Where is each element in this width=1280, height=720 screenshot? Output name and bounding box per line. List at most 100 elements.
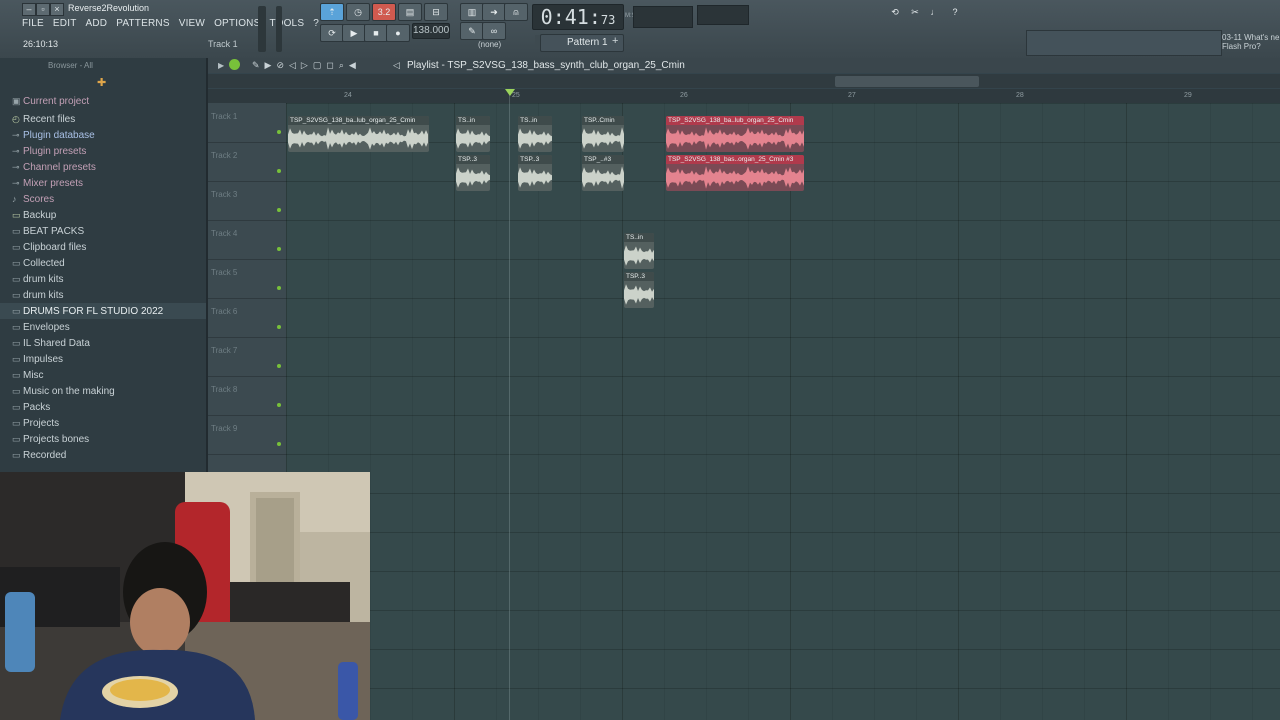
browser-title[interactable]: Browser - All: [48, 61, 93, 70]
track-mute-led[interactable]: [277, 169, 281, 173]
browser-item[interactable]: ▭ drum kits: [0, 271, 206, 287]
browser-item[interactable]: ▭ DRUMS FOR FL STUDIO 2022: [0, 303, 206, 319]
blend-notes-icon[interactable]: ⊟: [424, 3, 448, 21]
pencil-icon[interactable]: ✎: [460, 22, 484, 40]
track-header[interactable]: Track 7: [208, 337, 286, 377]
browser-item[interactable]: ▭ Collected: [0, 255, 206, 271]
snap-icon[interactable]: ▥: [460, 3, 484, 21]
menu-item-tools[interactable]: TOOLS: [269, 18, 304, 29]
audio-clip[interactable]: TS..in: [518, 116, 552, 152]
record-icon[interactable]: ●: [386, 24, 410, 42]
menu-item-file[interactable]: FILE: [22, 18, 44, 29]
track-mute-led[interactable]: [277, 130, 281, 134]
browser-item[interactable]: ▭ drum kits: [0, 287, 206, 303]
track-header[interactable]: Track 5: [208, 259, 286, 299]
add-pattern-icon[interactable]: +: [612, 35, 618, 47]
help-icon[interactable]: ?: [944, 4, 966, 20]
browser-item[interactable]: ▭ Misc: [0, 367, 206, 383]
menu-item-options[interactable]: OPTIONS: [214, 18, 260, 29]
menu-item-view[interactable]: VIEW: [179, 18, 205, 29]
playlist-magnet-icon[interactable]: [229, 59, 240, 70]
browser-item[interactable]: ⊸ Plugin database: [0, 127, 206, 143]
browser-item[interactable]: ◴ Recent files: [0, 111, 206, 127]
arrow-icon[interactable]: ➜: [482, 3, 506, 21]
clip-label: TS..in: [624, 233, 655, 242]
stop-icon[interactable]: ■: [364, 24, 388, 42]
undo-icon[interactable]: ⟲: [884, 4, 906, 20]
track-header[interactable]: Track 9: [208, 415, 286, 455]
browser-item[interactable]: ⊸ Channel presets: [0, 159, 206, 175]
playlist-menu-icon[interactable]: ◁: [393, 60, 400, 71]
tools-icon[interactable]: ✂: [904, 4, 926, 20]
browser-item[interactable]: ▭ Packs: [0, 399, 206, 415]
audio-clip[interactable]: TS..in: [456, 116, 490, 152]
track-mute-led[interactable]: [277, 247, 281, 251]
metronome-icon[interactable]: ◷: [346, 3, 370, 21]
menu-item-edit[interactable]: EDIT: [53, 18, 77, 29]
track-mute-led[interactable]: [277, 403, 281, 407]
audio-clip[interactable]: TSP_S2VSG_138_ba..lub_organ_25_Cmin: [666, 116, 804, 152]
browser-item[interactable]: ▣ Current project: [0, 93, 206, 111]
menu-item-help[interactable]: ?: [313, 18, 319, 29]
scrollbar-thumb[interactable]: [835, 76, 979, 87]
countin-button[interactable]: 3.2: [372, 3, 396, 21]
song-time-display[interactable]: 0:41:73: [532, 4, 624, 30]
browser-item[interactable]: ▭ IL Shared Data: [0, 335, 206, 351]
browser-item[interactable]: ▭ Impulses: [0, 351, 206, 367]
play-icon[interactable]: ▶: [342, 24, 366, 42]
audio-clip[interactable]: TSP..3: [518, 155, 552, 191]
browser-item[interactable]: ⊸ Mixer presets: [0, 175, 206, 191]
track-header[interactable]: Track 2: [208, 142, 286, 182]
track-header[interactable]: Track 8: [208, 376, 286, 416]
audio-clip[interactable]: TSP..3: [456, 155, 490, 191]
browser-item[interactable]: ▭ Projects: [0, 415, 206, 431]
browser-item[interactable]: ⊸ Plugin presets: [0, 143, 206, 159]
bell-icon[interactable]: ⍝: [504, 3, 528, 21]
browser-add-icon[interactable]: ✚: [97, 76, 106, 89]
browser-item[interactable]: ▭ Envelopes: [0, 319, 206, 335]
browser-item[interactable]: ▭ BEAT PACKS: [0, 223, 206, 239]
track-mute-led[interactable]: [277, 442, 281, 446]
track-header[interactable]: Track 6: [208, 298, 286, 338]
window-shortcuts[interactable]: [1026, 30, 1222, 56]
audio-clip[interactable]: TSP..Cmin: [582, 116, 624, 152]
song-mode-button[interactable]: ⇡: [320, 3, 344, 21]
browser-item[interactable]: ▭ Backup: [0, 207, 206, 223]
news-panel[interactable]: 03-11 What's ne Flash Pro?: [1222, 33, 1279, 51]
track-mute-led[interactable]: [277, 208, 281, 212]
playlist-scrollbar[interactable]: [208, 74, 1280, 88]
audio-clip[interactable]: TSP_..#3: [582, 155, 624, 191]
link-icon[interactable]: ∞: [482, 22, 506, 40]
playlist-tools-icons[interactable]: ✎▶⊘◁▷▢◻⌕◀: [252, 60, 361, 71]
track-header[interactable]: Track 4: [208, 220, 286, 260]
track-mute-led[interactable]: [277, 286, 281, 290]
browser-item[interactable]: ▭ Clipboard files: [0, 239, 206, 255]
browser-item[interactable]: ▭ Music on the making: [0, 383, 206, 399]
close-icon[interactable]: ×: [50, 3, 64, 16]
master-pitch-slider[interactable]: [276, 6, 282, 52]
restore-icon[interactable]: ▫: [36, 3, 50, 16]
tempo-display[interactable]: 138.000: [412, 23, 450, 39]
track-header[interactable]: Track 1: [208, 103, 286, 143]
track-mute-led[interactable]: [277, 325, 281, 329]
audio-clip[interactable]: TS..in: [624, 233, 655, 269]
playhead-marker[interactable]: [505, 89, 515, 96]
audio-clip[interactable]: TSP_S2VSG_138_ba..lub_organ_25_Cmin: [288, 116, 430, 152]
track-header[interactable]: Track 3: [208, 181, 286, 221]
browser-item[interactable]: ▭ Recorded: [0, 447, 206, 463]
menu-item-add[interactable]: ADD: [86, 18, 108, 29]
minimize-icon[interactable]: –: [22, 3, 36, 16]
menu-item-patterns[interactable]: PATTERNS: [116, 18, 169, 29]
track-mute-led[interactable]: [277, 364, 281, 368]
browser-item[interactable]: ♪ Scores: [0, 191, 206, 207]
snap-selector[interactable]: (none): [478, 40, 501, 49]
step-edit-icon[interactable]: ▤: [398, 3, 422, 21]
master-volume-slider[interactable]: [258, 6, 266, 52]
loop-icon[interactable]: ⟳: [320, 24, 344, 42]
audio-clip[interactable]: TSP_S2VSG_138_bas..organ_25_Cmin #3: [666, 155, 804, 191]
browser-item[interactable]: ▭ Projects bones: [0, 431, 206, 447]
playlist-arrow-icon[interactable]: ▶: [218, 61, 224, 70]
mic-icon[interactable]: ♩: [924, 4, 946, 20]
audio-clip[interactable]: TSP..3: [624, 272, 655, 308]
timeline-ruler[interactable]: [286, 89, 1280, 104]
